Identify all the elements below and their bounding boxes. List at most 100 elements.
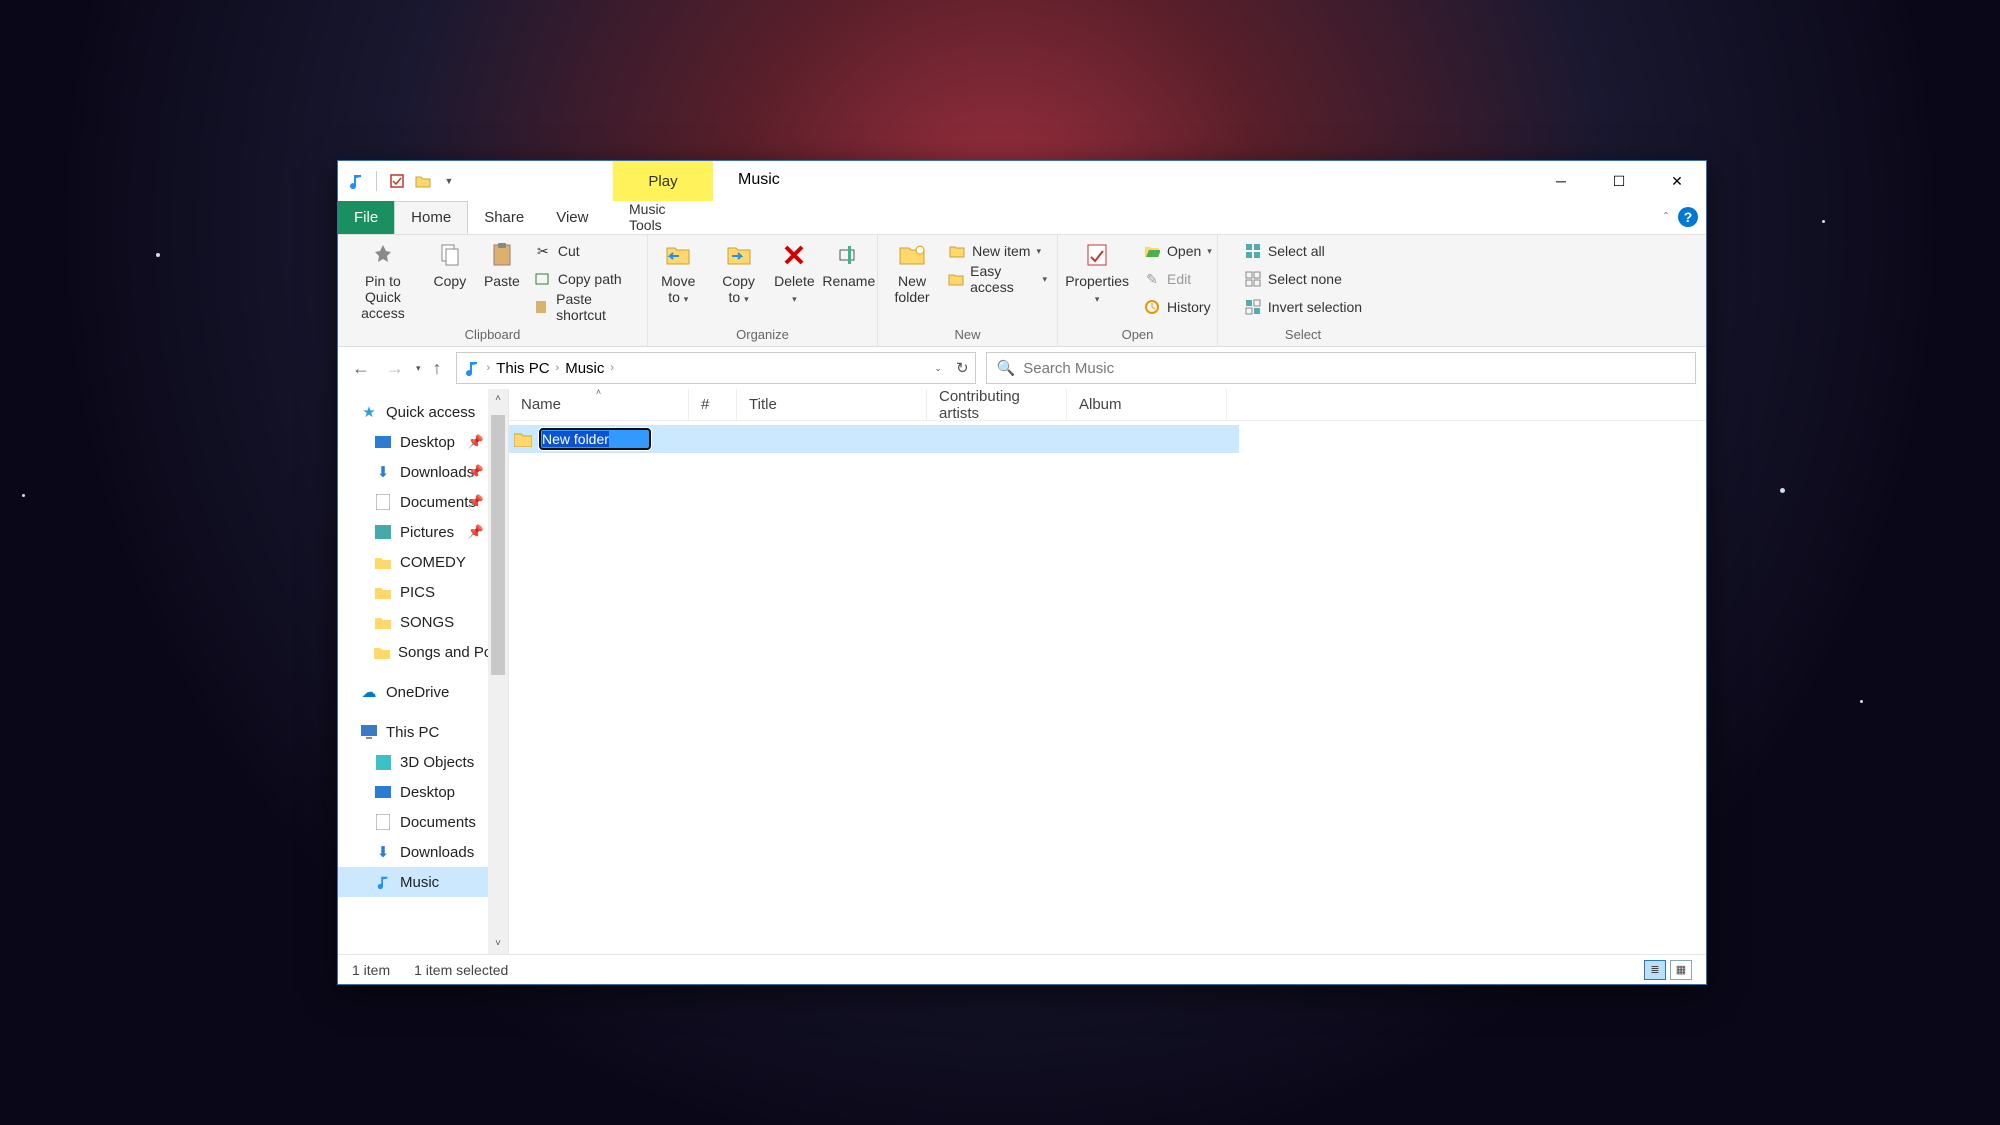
select-none-icon [1244,270,1262,288]
tree-downloads2[interactable]: ⬇Downloads [338,837,508,867]
tree-pics[interactable]: PICS [338,577,508,607]
window-title: Music [738,171,780,189]
status-item-count: 1 item [352,962,390,978]
col-number[interactable]: # [689,389,737,420]
tree-songs-poems[interactable]: Songs and Poem [338,637,508,667]
properties-qat-icon[interactable] [387,171,407,191]
help-icon[interactable]: ? [1678,207,1698,227]
tree-onedrive[interactable]: ☁OneDrive [338,677,508,707]
tree-this-pc[interactable]: This PC [338,717,508,747]
edit-button[interactable]: ✎Edit [1139,265,1216,293]
thumbnails-view-button[interactable]: ▦ [1670,960,1692,980]
scroll-up-icon[interactable]: ˄ [488,389,508,409]
col-title[interactable]: Title [737,389,927,420]
minimize-button[interactable]: ─ [1532,161,1590,201]
group-label-clipboard: Clipboard [344,325,641,346]
rename-input[interactable] [539,428,651,450]
tree-downloads[interactable]: ⬇Downloads📌 [338,457,508,487]
play-context-tab[interactable]: Play [613,161,713,201]
close-button[interactable]: ✕ [1648,161,1706,201]
tree-songs[interactable]: SONGS [338,607,508,637]
forward-button[interactable]: → [382,356,408,381]
sort-asc-icon: ˄ [596,387,601,397]
new-folder-button[interactable]: New folder [884,237,940,309]
downloads-icon: ⬇ [374,843,392,861]
pin-icon: 📌 [468,464,484,480]
address-dropdown[interactable]: ⌄ [934,363,942,374]
status-selection: 1 item selected [414,962,508,978]
col-album[interactable]: Album [1067,389,1227,420]
list-item[interactable] [509,425,1239,453]
paste-shortcut-icon [534,298,550,316]
up-button[interactable]: ↑ [429,356,446,381]
delete-button[interactable]: Delete▾ [770,237,818,309]
tree-documents[interactable]: Documents📌 [338,487,508,517]
tree-quick-access[interactable]: ★Quick access [338,397,508,427]
tree-pictures[interactable]: Pictures📌 [338,517,508,547]
address-bar[interactable]: › This PC › Music › ⌄ ↻ [456,352,976,384]
open-icon [1143,242,1161,260]
breadcrumb-this-pc[interactable]: This PC [496,360,549,377]
tree-desktop2[interactable]: Desktop [338,777,508,807]
3d-objects-icon [374,753,392,771]
search-icon: 🔍 [997,359,1016,377]
tab-file[interactable]: File [338,201,394,234]
history-icon [1143,298,1161,316]
move-to-button[interactable]: Move to ▾ [650,237,707,309]
ribbon-tabs: File Home Share View Music Tools ˆ ? [338,201,1706,235]
cut-button[interactable]: ✂Cut [530,237,641,265]
sidebar-scrollbar[interactable]: ˄ ˅ [488,389,508,954]
tree-comedy[interactable]: COMEDY [338,547,508,577]
select-all-button[interactable]: Select all [1240,237,1366,265]
easy-access-button[interactable]: Easy access ▾ [944,265,1051,293]
copy-path-icon [534,270,552,288]
details-view-button[interactable]: ≣ [1644,960,1666,980]
copy-to-button[interactable]: Copy to ▾ [711,237,767,309]
col-artists[interactable]: Contributing artists [927,389,1067,420]
refresh-button[interactable]: ↻ [956,359,969,377]
new-folder-qat-icon[interactable] [413,171,433,191]
search-box[interactable]: 🔍 Search Music [986,352,1696,384]
select-none-button[interactable]: Select none [1240,265,1366,293]
paste-button[interactable]: Paste [478,237,526,293]
rename-button[interactable]: Rename [822,237,875,293]
paste-shortcut-button[interactable]: Paste shortcut [530,293,641,321]
col-name[interactable]: ˄Name [509,389,689,420]
new-item-icon [948,242,966,260]
new-item-button[interactable]: New item ▾ [944,237,1051,265]
rename-icon [835,241,863,269]
desktop-icon [374,783,392,801]
pin-quick-access-button[interactable]: Pin to Quick access [344,237,422,325]
file-list[interactable] [509,421,1706,954]
tree-music[interactable]: Music [338,867,508,897]
paste-icon [488,241,516,269]
titlebar: ▼ Play Music ─ ☐ ✕ [338,161,1706,201]
qat-dropdown[interactable]: ▼ [439,171,459,191]
invert-selection-button[interactable]: Invert selection [1240,293,1366,321]
tab-home[interactable]: Home [394,201,468,234]
nav-pane[interactable]: ★Quick access Desktop📌 ⬇Downloads📌 Docum… [338,389,508,954]
copy-path-button[interactable]: Copy path [530,265,641,293]
scroll-down-icon[interactable]: ˅ [488,934,508,954]
tree-desktop[interactable]: Desktop📌 [338,427,508,457]
tab-share[interactable]: Share [468,201,540,234]
tree-documents2[interactable]: Documents [338,807,508,837]
recent-locations-button[interactable]: ▾ [416,363,421,374]
explorer-body: ★Quick access Desktop📌 ⬇Downloads📌 Docum… [338,389,1706,954]
properties-button[interactable]: Properties▾ [1059,237,1135,309]
scrollbar-thumb[interactable] [491,415,505,675]
copy-button[interactable]: Copy [426,237,474,293]
select-all-icon [1244,242,1262,260]
history-button[interactable]: History [1139,293,1216,321]
open-button[interactable]: Open ▾ [1139,237,1216,265]
back-button[interactable]: ← [348,356,374,381]
collapse-ribbon-icon[interactable]: ˆ [1664,210,1668,224]
breadcrumb-music[interactable]: Music [565,360,604,377]
folder-icon [374,583,392,601]
tab-music-tools[interactable]: Music Tools [613,201,713,233]
tab-view[interactable]: View [540,201,604,234]
copy-icon [436,241,464,269]
desktop-icon [374,433,392,451]
tree-3d-objects[interactable]: 3D Objects [338,747,508,777]
maximize-button[interactable]: ☐ [1590,161,1648,201]
